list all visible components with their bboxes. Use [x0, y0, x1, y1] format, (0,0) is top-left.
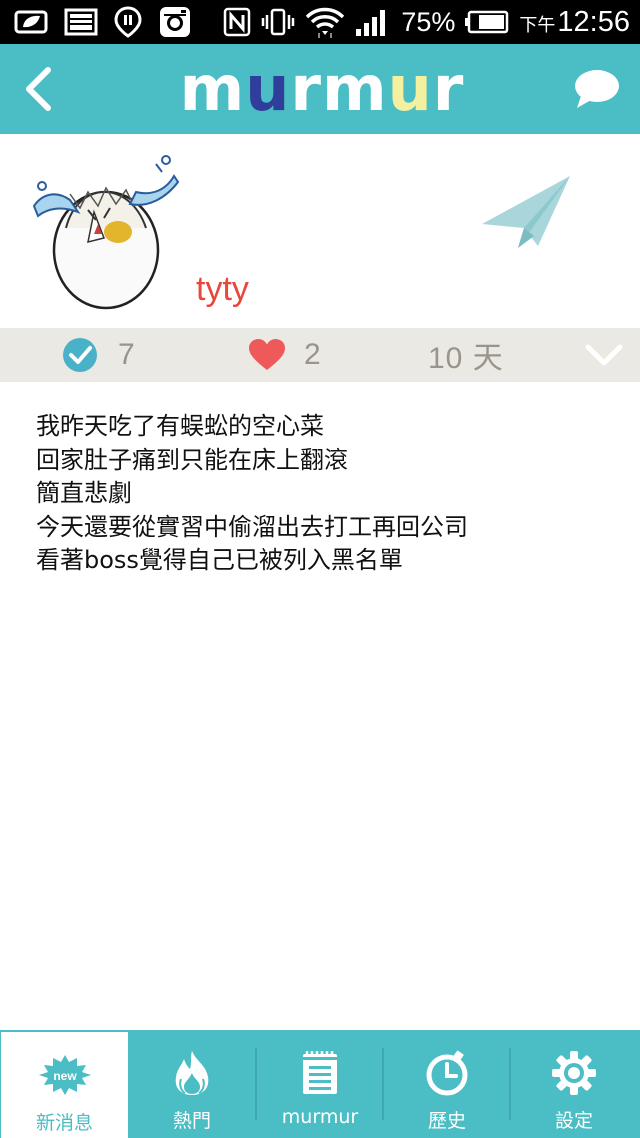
fire-icon: [128, 1048, 256, 1098]
leaf-notification-icon: [14, 9, 48, 35]
battery-percent: 75%: [401, 6, 456, 37]
nav-label: 設定: [554, 1110, 593, 1132]
nav-tab-history[interactable]: 歷史: [383, 1030, 511, 1138]
post-text-line: 回家肚子痛到只能在床上翻滾: [36, 445, 348, 474]
agree-stat[interactable]: 7: [62, 328, 135, 382]
bottom-navigation: new 新消息 熱門 murmur 歷史 設定: [0, 1030, 640, 1138]
gear-icon: [510, 1048, 638, 1098]
signal-strength-icon: [355, 7, 391, 37]
app-header: murmur: [0, 44, 640, 134]
post-text-line: 簡直悲劇: [36, 479, 132, 507]
instagram-icon: [158, 5, 192, 39]
logo-letter: r: [432, 52, 465, 125]
nfc-icon: [223, 7, 251, 37]
like-stat[interactable]: 2: [248, 328, 321, 382]
status-bar: 75% 下午 12:56: [0, 0, 640, 44]
nav-label: 熱門: [172, 1110, 211, 1132]
nav-tab-new-messages[interactable]: new 新消息: [1, 1032, 128, 1138]
new-badge-icon: new: [1, 1050, 128, 1100]
nav-label: 新消息: [35, 1112, 93, 1134]
vibrate-icon: [261, 7, 295, 37]
time-value: 12:56: [557, 5, 630, 38]
reply-send-button[interactable]: [478, 172, 574, 254]
username[interactable]: tyty: [196, 270, 249, 309]
post-text-line: 今天還要從實習中偷溜出去打工再回公司: [36, 512, 468, 541]
battery-icon: [465, 10, 509, 34]
clock-time: 下午 12:56: [519, 6, 630, 39]
agree-count: 7: [118, 338, 135, 371]
chevron-down-icon: [585, 344, 623, 366]
nav-label: 歷史: [427, 1110, 466, 1132]
image-notification-icon: [64, 8, 98, 36]
heart-icon: [249, 339, 285, 370]
check-circle-icon: [63, 338, 97, 372]
nav-tab-settings[interactable]: 設定: [510, 1030, 638, 1138]
post-author-section: tyty: [0, 134, 640, 328]
chevron-left-icon: [26, 67, 51, 111]
crying-egg-avatar-icon: [32, 155, 180, 310]
nav-tab-popular[interactable]: 熱門: [128, 1030, 256, 1138]
nav-label: murmur: [281, 1106, 359, 1128]
like-count: 2: [304, 338, 321, 371]
logo-letter: u: [387, 52, 433, 125]
logo-letter: m: [322, 52, 388, 125]
logo-letter: r: [290, 52, 322, 125]
post-text-line: 看著boss覺得自己已被列入黑名單: [36, 546, 403, 574]
logo-letter: u: [245, 52, 291, 125]
post-age: 10 天: [428, 328, 504, 382]
notepad-icon: [256, 1048, 384, 1098]
logo-text: murmur: [180, 58, 465, 120]
post-body: 我昨天吃了有蜈蚣的空心菜 回家肚子痛到只能在床上翻滾 簡直悲劇 今天還要從實習中…: [36, 410, 616, 578]
location-pin-icon: [114, 6, 142, 38]
back-button[interactable]: [16, 64, 60, 114]
chat-button[interactable]: [572, 66, 622, 112]
app-logo: murmur: [180, 54, 464, 124]
wifi-icon: [305, 5, 345, 39]
clock-icon: [383, 1048, 511, 1098]
post-stats-bar: 7 2 10 天: [0, 328, 640, 382]
nav-tab-murmur[interactable]: murmur: [256, 1030, 384, 1138]
expand-button[interactable]: [584, 336, 624, 374]
logo-letter: m: [179, 52, 246, 125]
time-period: 下午: [519, 14, 556, 35]
post-text-line: 我昨天吃了有蜈蚣的空心菜: [36, 412, 324, 440]
speech-bubble-icon: [575, 70, 619, 108]
paper-plane-icon: [482, 176, 570, 248]
new-badge-text: new: [53, 1069, 77, 1083]
avatar[interactable]: [18, 150, 182, 310]
post-age-text: 10 天: [428, 342, 504, 375]
